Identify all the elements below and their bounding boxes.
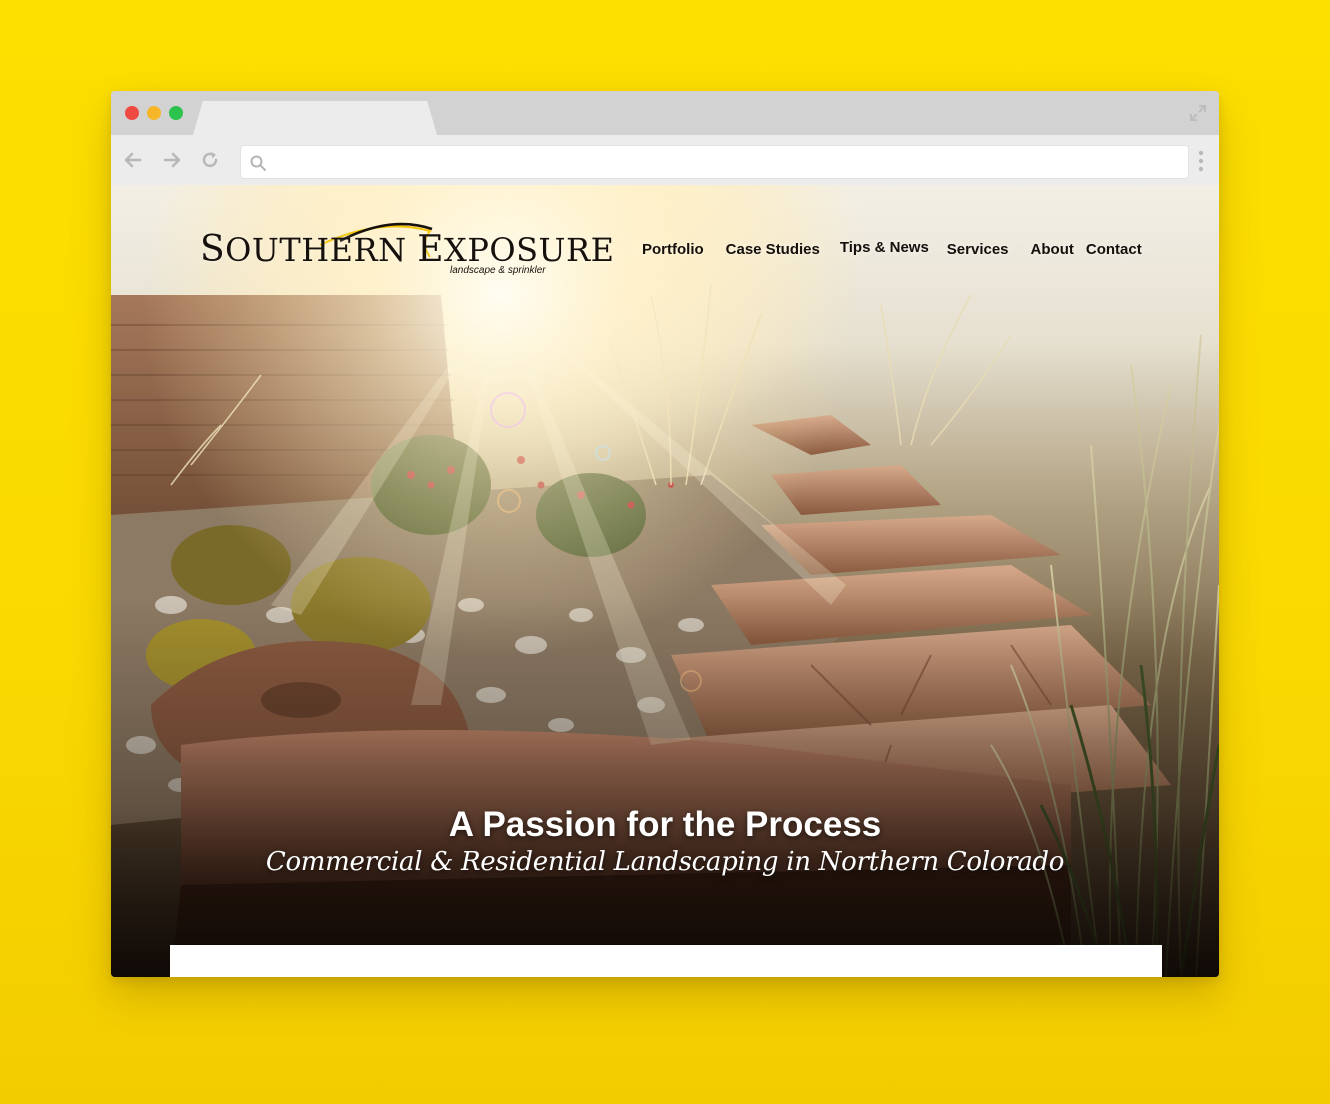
forward-arrow-icon[interactable] xyxy=(161,149,183,171)
content-panel xyxy=(170,945,1162,977)
hero-subtitle: Commercial & Residential Landscaping in … xyxy=(265,847,1065,877)
address-bar[interactable] xyxy=(240,145,1189,179)
browser-titlebar xyxy=(111,91,1219,135)
hero-title: A Passion for the Process xyxy=(448,805,882,844)
nav-item-portfolio[interactable]: Portfolio xyxy=(642,241,704,265)
logo-tagline: landscape & sprinkler xyxy=(450,265,546,276)
logo-wordmark: SOUTHERN EXPOSURE xyxy=(200,229,615,270)
nav-item-contact[interactable]: Contact xyxy=(1086,241,1142,265)
close-window-button[interactable] xyxy=(125,106,139,120)
maximize-window-button[interactable] xyxy=(169,106,183,120)
reload-icon[interactable] xyxy=(199,149,221,171)
nav-item-about[interactable]: About xyxy=(1031,241,1074,265)
site-logo[interactable]: SOUTHERN EXPOSURE landscape & sprinkler xyxy=(200,215,614,285)
browser-window: SOUTHERN EXPOSURE landscape & sprinkler … xyxy=(111,91,1219,977)
nav-item-services[interactable]: Services xyxy=(947,241,1009,265)
search-icon xyxy=(250,155,266,171)
browser-toolbar xyxy=(111,135,1219,185)
url-input[interactable] xyxy=(275,146,1175,178)
page-viewport: SOUTHERN EXPOSURE landscape & sprinkler … xyxy=(111,185,1219,977)
back-arrow-icon[interactable] xyxy=(122,149,144,171)
main-nav: Portfolio Case Studies Tips & News Servi… xyxy=(642,239,1142,265)
nav-item-case-studies[interactable]: Case Studies xyxy=(726,241,820,265)
browser-tab[interactable] xyxy=(193,101,437,135)
more-menu-icon[interactable] xyxy=(1197,149,1205,173)
minimize-window-button[interactable] xyxy=(147,106,161,120)
fullscreen-icon[interactable] xyxy=(1189,104,1207,122)
nav-item-tips-news[interactable]: Tips & News xyxy=(840,239,929,263)
